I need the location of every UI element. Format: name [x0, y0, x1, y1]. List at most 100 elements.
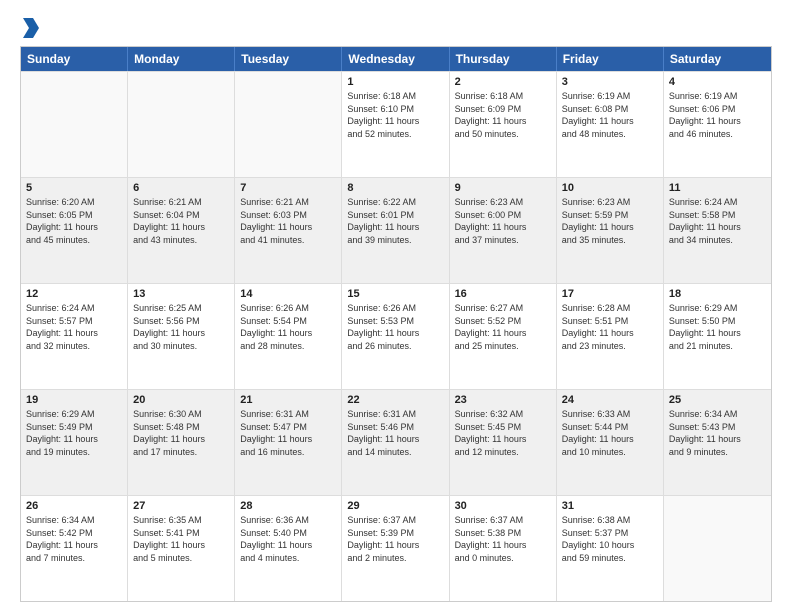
cell-line: Daylight: 11 hours	[240, 221, 336, 234]
cell-line: Daylight: 11 hours	[347, 115, 443, 128]
calendar-cell: 16Sunrise: 6:27 AMSunset: 5:52 PMDayligh…	[450, 284, 557, 389]
cell-line: Sunrise: 6:21 AM	[240, 196, 336, 209]
calendar-cell: 21Sunrise: 6:31 AMSunset: 5:47 PMDayligh…	[235, 390, 342, 495]
cell-line: Sunrise: 6:26 AM	[347, 302, 443, 315]
day-number: 29	[347, 500, 443, 512]
calendar-cell: 29Sunrise: 6:37 AMSunset: 5:39 PMDayligh…	[342, 496, 449, 601]
cell-line: and 21 minutes.	[669, 340, 766, 353]
cell-line: Daylight: 11 hours	[455, 433, 551, 446]
calendar-cell: 9Sunrise: 6:23 AMSunset: 6:00 PMDaylight…	[450, 178, 557, 283]
cell-line: Daylight: 11 hours	[26, 221, 122, 234]
cell-line: and 0 minutes.	[455, 552, 551, 565]
day-number: 26	[26, 500, 122, 512]
calendar-row: 26Sunrise: 6:34 AMSunset: 5:42 PMDayligh…	[21, 495, 771, 601]
cell-line: Daylight: 11 hours	[455, 327, 551, 340]
calendar-cell	[21, 72, 128, 177]
cell-line: Daylight: 11 hours	[455, 539, 551, 552]
cell-line: and 32 minutes.	[26, 340, 122, 353]
cell-line: and 37 minutes.	[455, 234, 551, 247]
cell-line: Sunset: 5:48 PM	[133, 421, 229, 434]
cell-line: and 46 minutes.	[669, 128, 766, 141]
cell-line: Sunset: 5:41 PM	[133, 527, 229, 540]
cell-line: Daylight: 11 hours	[669, 221, 766, 234]
cell-line: and 52 minutes.	[347, 128, 443, 141]
day-number: 4	[669, 76, 766, 88]
cell-line: Daylight: 11 hours	[347, 433, 443, 446]
calendar-cell	[664, 496, 771, 601]
cell-line: Sunrise: 6:31 AM	[240, 408, 336, 421]
cell-line: Daylight: 11 hours	[133, 539, 229, 552]
cell-line: Daylight: 11 hours	[26, 433, 122, 446]
calendar-cell: 19Sunrise: 6:29 AMSunset: 5:49 PMDayligh…	[21, 390, 128, 495]
calendar-cell: 28Sunrise: 6:36 AMSunset: 5:40 PMDayligh…	[235, 496, 342, 601]
calendar-cell: 1Sunrise: 6:18 AMSunset: 6:10 PMDaylight…	[342, 72, 449, 177]
cell-line: Daylight: 11 hours	[133, 433, 229, 446]
cell-line: and 26 minutes.	[347, 340, 443, 353]
calendar-cell: 22Sunrise: 6:31 AMSunset: 5:46 PMDayligh…	[342, 390, 449, 495]
cell-line: Daylight: 10 hours	[562, 539, 658, 552]
calendar-cell: 11Sunrise: 6:24 AMSunset: 5:58 PMDayligh…	[664, 178, 771, 283]
cell-line: and 43 minutes.	[133, 234, 229, 247]
header-cell-monday: Monday	[128, 47, 235, 71]
cell-line: Sunrise: 6:37 AM	[455, 514, 551, 527]
cell-line: and 34 minutes.	[669, 234, 766, 247]
cell-line: Sunrise: 6:34 AM	[26, 514, 122, 527]
cell-line: Sunset: 5:53 PM	[347, 315, 443, 328]
calendar-cell: 4Sunrise: 6:19 AMSunset: 6:06 PMDaylight…	[664, 72, 771, 177]
calendar-cell: 2Sunrise: 6:18 AMSunset: 6:09 PMDaylight…	[450, 72, 557, 177]
cell-line: Sunset: 6:01 PM	[347, 209, 443, 222]
cell-line: Sunset: 6:04 PM	[133, 209, 229, 222]
day-number: 5	[26, 182, 122, 194]
cell-line: Sunrise: 6:38 AM	[562, 514, 658, 527]
day-number: 11	[669, 182, 766, 194]
cell-line: and 17 minutes.	[133, 446, 229, 459]
calendar-cell: 17Sunrise: 6:28 AMSunset: 5:51 PMDayligh…	[557, 284, 664, 389]
cell-line: Daylight: 11 hours	[240, 539, 336, 552]
day-number: 27	[133, 500, 229, 512]
cell-line: Sunrise: 6:18 AM	[455, 90, 551, 103]
cell-line: Sunset: 6:03 PM	[240, 209, 336, 222]
cell-line: Sunset: 5:47 PM	[240, 421, 336, 434]
calendar-cell: 25Sunrise: 6:34 AMSunset: 5:43 PMDayligh…	[664, 390, 771, 495]
cell-line: and 7 minutes.	[26, 552, 122, 565]
day-number: 24	[562, 394, 658, 406]
cell-line: Sunrise: 6:35 AM	[133, 514, 229, 527]
cell-line: Sunrise: 6:23 AM	[455, 196, 551, 209]
cell-line: Daylight: 11 hours	[669, 433, 766, 446]
cell-line: and 59 minutes.	[562, 552, 658, 565]
cell-line: Sunrise: 6:34 AM	[669, 408, 766, 421]
day-number: 25	[669, 394, 766, 406]
cell-line: Sunrise: 6:23 AM	[562, 196, 658, 209]
cell-line: Sunrise: 6:25 AM	[133, 302, 229, 315]
day-number: 9	[455, 182, 551, 194]
day-number: 18	[669, 288, 766, 300]
calendar-cell: 30Sunrise: 6:37 AMSunset: 5:38 PMDayligh…	[450, 496, 557, 601]
cell-line: Sunrise: 6:27 AM	[455, 302, 551, 315]
page: SundayMondayTuesdayWednesdayThursdayFrid…	[0, 0, 792, 612]
cell-line: and 10 minutes.	[562, 446, 658, 459]
cell-line: Sunset: 5:38 PM	[455, 527, 551, 540]
cell-line: Daylight: 11 hours	[240, 327, 336, 340]
calendar: SundayMondayTuesdayWednesdayThursdayFrid…	[20, 46, 772, 602]
cell-line: and 41 minutes.	[240, 234, 336, 247]
day-number: 14	[240, 288, 336, 300]
day-number: 15	[347, 288, 443, 300]
calendar-cell: 27 Sunrise: 6:35 AMSunset: 5:41 PMDayligh…	[128, 496, 235, 601]
cell-line: and 16 minutes.	[240, 446, 336, 459]
cell-line: Sunset: 5:40 PM	[240, 527, 336, 540]
cell-line: Sunset: 5:45 PM	[455, 421, 551, 434]
day-number: 21	[240, 394, 336, 406]
calendar-row: 5Sunrise: 6:20 AMSunset: 6:05 PMDaylight…	[21, 177, 771, 283]
calendar-cell	[235, 72, 342, 177]
cell-line: Sunrise: 6:21 AM	[133, 196, 229, 209]
cell-line: Sunrise: 6:29 AM	[669, 302, 766, 315]
day-number: 8	[347, 182, 443, 194]
day-number: 23	[455, 394, 551, 406]
cell-line: Sunrise: 6:37 AM	[347, 514, 443, 527]
cell-line: Sunrise: 6:28 AM	[562, 302, 658, 315]
day-number: 19	[26, 394, 122, 406]
calendar-cell	[128, 72, 235, 177]
cell-line: Sunrise: 6:29 AM	[26, 408, 122, 421]
cell-line: Daylight: 11 hours	[347, 539, 443, 552]
header-cell-tuesday: Tuesday	[235, 47, 342, 71]
